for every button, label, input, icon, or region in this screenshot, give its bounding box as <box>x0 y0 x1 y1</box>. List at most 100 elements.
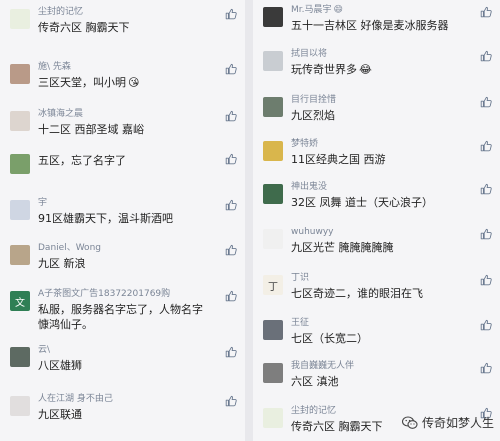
commenter-name[interactable]: 梦特娇 <box>291 138 500 150</box>
comment-item: 人在江湖 身不由己 九区联通 <box>0 393 245 422</box>
comment-text: 八区雄狮 <box>38 358 245 373</box>
thumbs-up-icon[interactable] <box>480 319 492 331</box>
comment-text: 私服，服务器名字忘了，人物名字慷鸿仙子。 <box>38 302 208 332</box>
commenter-name[interactable]: 施\ 先森 <box>38 61 245 73</box>
comment-text-content: 十二区 西部圣域 嘉峪 <box>38 123 144 136</box>
avatar[interactable]: 丁 <box>263 275 283 295</box>
thumbs-up-icon[interactable] <box>225 346 237 358</box>
comment-text-content: 三区天堂，叫小明 <box>38 76 126 89</box>
commenter-name[interactable]: 人在江湖 身不由己 <box>38 393 245 405</box>
commenter-name[interactable]: 目行目拴惜 <box>291 94 500 106</box>
thumbs-up-icon[interactable] <box>225 199 237 211</box>
thumbs-up-icon[interactable] <box>480 50 492 62</box>
commenter-name[interactable]: 尘封的记忆 <box>38 6 245 18</box>
thumbs-up-icon[interactable] <box>225 8 237 20</box>
commenter-name[interactable]: 云\ <box>38 344 245 356</box>
comment-item: 文 A子茶图文广告18372201769购私服，服务器名字忘了，人物名字慷鸿仙子。 <box>0 288 245 332</box>
avatar[interactable] <box>10 347 30 367</box>
avatar[interactable] <box>10 9 30 29</box>
thumbs-up-icon[interactable] <box>480 183 492 195</box>
commenter-name[interactable]: Daniel、Wong <box>38 242 245 254</box>
comment-item: 神出鬼没 32区 凤舞 道士（天心浪子） <box>253 181 500 210</box>
commenter-name[interactable]: A子茶图文广告18372201769购 <box>38 288 245 300</box>
comment-text: 七区（长宽二） <box>291 331 500 346</box>
avatar[interactable]: 文 <box>10 291 30 311</box>
comment-item: Mr.马晨宇 😄 五十一吉林区 好像是麦冰服务器 <box>253 4 500 33</box>
left-comment-column: 尘封的记忆 传奇六区 胸霸天下 施\ 先森 三区天堂，叫小明 😘 冰镇海之晨 十二区 西部圣… <box>0 0 245 441</box>
comment-text-content: 九区联通 <box>38 408 82 421</box>
avatar[interactable] <box>263 320 283 340</box>
avatar[interactable] <box>263 51 283 71</box>
avatar[interactable] <box>263 141 283 161</box>
comment-body: 神出鬼没 32区 凤舞 道士（天心浪子） <box>291 181 500 210</box>
thumbs-up-icon[interactable] <box>480 362 492 374</box>
thumbs-up-icon[interactable] <box>225 244 237 256</box>
comment-text-content: 11区经典之国 西游 <box>291 153 386 166</box>
comment-text: 七区奇迹二，谁的眼泪在飞 <box>291 286 500 301</box>
commenter-name[interactable]: 宇 <box>38 197 245 209</box>
avatar[interactable] <box>10 396 30 416</box>
comment-emoji: 😂 <box>359 63 372 76</box>
commenter-name-text: 尘封的记忆 <box>38 7 84 17</box>
avatar[interactable] <box>10 111 30 131</box>
commenter-name-text: 梦特娇 <box>291 139 319 149</box>
thumbs-up-icon[interactable] <box>480 228 492 240</box>
comments-screen: 尘封的记忆 传奇六区 胸霸天下 施\ 先森 三区天堂，叫小明 😘 冰镇海之晨 十二区 西部圣… <box>0 0 500 441</box>
comment-body: 冰镇海之晨十二区 西部圣域 嘉峪 <box>38 108 245 137</box>
comment-body: 丁识七区奇迹二，谁的眼泪在飞 <box>291 272 500 301</box>
comment-body: 云\ 八区雄狮 <box>38 344 245 373</box>
avatar[interactable] <box>10 154 30 174</box>
thumbs-up-icon[interactable] <box>480 6 492 18</box>
thumbs-up-icon[interactable] <box>480 274 492 286</box>
thumbs-up-icon[interactable] <box>225 110 237 122</box>
thumbs-up-icon[interactable] <box>225 63 237 75</box>
commenter-name[interactable]: Mr.马晨宇 😄 <box>291 4 500 16</box>
comment-body: 五区，忘了名字了 <box>38 151 245 168</box>
commenter-name[interactable]: 神出鬼没 <box>291 181 500 193</box>
avatar[interactable] <box>263 97 283 117</box>
comment-text-content: 七区（长宽二） <box>291 332 368 345</box>
comment-body: Daniel、Wong 九区 新浪 <box>38 242 245 271</box>
comment-body: 目行目拴惜 九区烈焰 <box>291 94 500 123</box>
thumbs-up-icon[interactable] <box>480 140 492 152</box>
thumbs-up-icon[interactable] <box>225 153 237 165</box>
commenter-name[interactable]: 我自巍巍无人伴 <box>291 360 500 372</box>
commenter-name-text: 施\ 先森 <box>38 62 71 72</box>
commenter-name[interactable]: wuhuwyy <box>291 226 500 238</box>
thumbs-up-icon[interactable] <box>225 290 237 302</box>
avatar[interactable] <box>10 64 30 84</box>
commenter-name-text: 拭目以将 <box>291 49 328 59</box>
comment-body: wuhuwyy 九区光芒 腌腌腌腌腌 <box>291 226 500 255</box>
avatar[interactable] <box>10 245 30 265</box>
comment-body: 我自巍巍无人伴 六区 滇池 <box>291 360 500 389</box>
thumbs-up-icon[interactable] <box>225 395 237 407</box>
comment-body: 梦特娇 11区经典之国 西游 <box>291 138 500 167</box>
comment-body: A子茶图文广告18372201769购私服，服务器名字忘了，人物名字慷鸿仙子。 <box>38 288 245 332</box>
avatar[interactable] <box>263 229 283 249</box>
comment-text: 传奇六区 胸霸天下 <box>38 20 245 35</box>
commenter-name[interactable]: 丁识 <box>291 272 500 284</box>
comment-item: 云\ 八区雄狮 <box>0 344 245 373</box>
comment-item: 宇 91区雄霸天下，温斗斯酒吧 <box>0 197 245 226</box>
comment-text-content: 七区奇迹二，谁的眼泪在飞 <box>291 287 423 300</box>
comment-text-content: 六区 滇池 <box>291 375 339 388</box>
avatar[interactable] <box>263 7 283 27</box>
commenter-name[interactable]: 拭目以将 <box>291 48 500 60</box>
avatar[interactable] <box>263 184 283 204</box>
commenter-name-text: wuhuwyy <box>291 227 334 237</box>
avatar[interactable] <box>263 408 283 428</box>
commenter-name[interactable]: 冰镇海之晨 <box>38 108 245 120</box>
commenter-name-text: 尘封的记忆 <box>291 406 337 416</box>
thumbs-up-icon[interactable] <box>480 96 492 108</box>
commenter-name[interactable]: 王征 <box>291 317 500 329</box>
watermark: 传奇如梦人生 <box>401 414 494 431</box>
avatar[interactable] <box>10 200 30 220</box>
commenter-name-text: 宇 <box>38 198 48 208</box>
comment-text: 32区 凤舞 道士（天心浪子） <box>291 195 500 210</box>
comment-text-content: 八区雄狮 <box>38 359 82 372</box>
watermark-text: 传奇如梦人生 <box>421 416 494 430</box>
comment-item: 拭目以将 玩传奇世界多 😂 <box>253 48 500 77</box>
wechat-icon <box>401 415 418 429</box>
comment-text-content: 九区光芒 腌腌腌腌腌 <box>291 241 394 254</box>
avatar[interactable] <box>263 363 283 383</box>
